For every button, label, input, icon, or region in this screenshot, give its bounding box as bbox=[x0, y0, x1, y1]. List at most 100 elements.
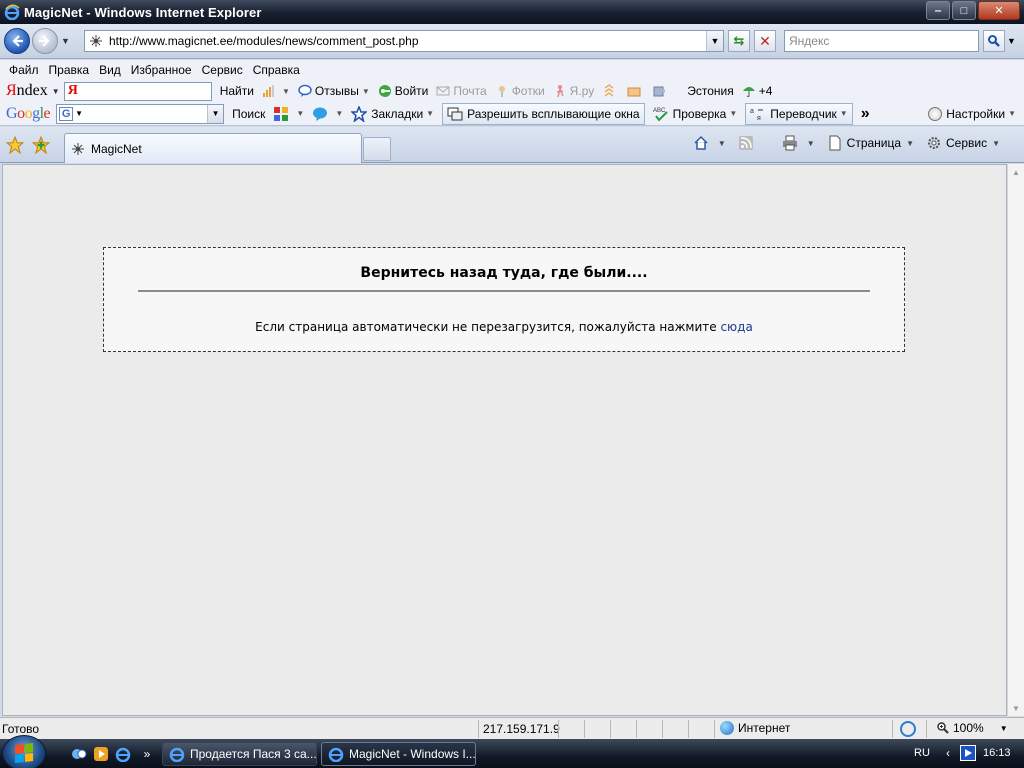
home-button[interactable]: ▼ bbox=[693, 135, 726, 151]
chevron-down-icon: ▼ bbox=[806, 138, 815, 148]
tab-title: MagicNet bbox=[91, 141, 142, 156]
google-bookmarks-label: Закладки bbox=[371, 106, 424, 121]
yandex-find-label: Найти bbox=[219, 84, 254, 98]
start-button[interactable] bbox=[2, 735, 46, 768]
tray-media-icon[interactable] bbox=[960, 745, 976, 761]
refresh-button[interactable]: ⇆ bbox=[728, 30, 750, 52]
google-bookmarks-button[interactable]: Закладки ▼ bbox=[351, 105, 434, 122]
tab-magicnet[interactable]: MagicNet bbox=[64, 133, 362, 163]
yandex-gear-button[interactable] bbox=[652, 84, 669, 98]
yandex-reviews-button[interactable]: Отзывы ▼ bbox=[298, 84, 370, 98]
google-popups-label: Разрешить всплывающие окна bbox=[467, 106, 640, 121]
yandex-rating-button[interactable]: ▼ bbox=[262, 84, 290, 98]
search-input[interactable]: Яндекс bbox=[784, 30, 979, 52]
umbrella-icon bbox=[742, 87, 755, 97]
flower-icon bbox=[498, 86, 505, 97]
google-search-label: Поиск bbox=[232, 106, 266, 121]
google-popup-blocker-button[interactable]: Разрешить всплывающие окна bbox=[442, 102, 645, 125]
yandex-weather-city[interactable]: Эстония bbox=[687, 84, 734, 98]
menu-favorites[interactable]: Избранное bbox=[126, 63, 197, 77]
yandex-logo[interactable]: Яndex bbox=[6, 82, 48, 100]
menu-view[interactable]: Вид bbox=[94, 63, 126, 77]
menu-edit[interactable]: Правка bbox=[44, 63, 95, 77]
google-translator-button[interactable]: aя Переводчик ▼ bbox=[745, 102, 853, 125]
weather-city-label: Эстония bbox=[687, 84, 734, 98]
yandex-login-button[interactable]: Войти bbox=[378, 84, 429, 98]
yandex-input-value: Я bbox=[67, 83, 78, 98]
window-title-bar[interactable]: MagicNet - Windows Internet Explorer ‒ □… bbox=[0, 0, 1024, 24]
google-more-button[interactable]: » bbox=[861, 105, 870, 123]
menu-tools[interactable]: Сервис bbox=[197, 63, 248, 77]
tools-menu-button[interactable]: Сервис ▼ bbox=[926, 135, 1000, 151]
redirect-link[interactable]: сюда bbox=[720, 320, 752, 334]
quicklaunch-switch-windows[interactable] bbox=[70, 745, 88, 763]
zoom-magnifier-icon bbox=[937, 722, 949, 734]
yandex-photos-button[interactable]: Фотки bbox=[495, 84, 545, 98]
menu-file[interactable]: Файл bbox=[4, 63, 44, 77]
yandex-find-button[interactable]: Найти bbox=[220, 84, 254, 98]
address-dropdown-button[interactable]: ▼ bbox=[706, 31, 723, 51]
command-bar: ▼ ▼ Страница ▼ Сервис ▼ bbox=[681, 135, 1000, 151]
chevron-down-icon: ▼ bbox=[1008, 109, 1016, 118]
yandex-search-input[interactable]: Я bbox=[63, 81, 212, 101]
scroll-down-arrow[interactable]: ▼ bbox=[1008, 700, 1024, 716]
back-button[interactable] bbox=[4, 28, 30, 54]
protected-mode-icon[interactable] bbox=[900, 721, 916, 737]
status-separator bbox=[610, 720, 611, 738]
translate-icon: aя bbox=[750, 108, 764, 122]
recent-pages-dropdown[interactable]: ▼ bbox=[61, 36, 70, 46]
stop-button[interactable]: ✕ bbox=[754, 30, 776, 52]
magnifier-icon bbox=[988, 35, 1000, 47]
new-tab-button[interactable] bbox=[363, 137, 391, 161]
quicklaunch-ie[interactable] bbox=[114, 745, 132, 763]
yandex-mail-button[interactable]: Почта bbox=[436, 84, 487, 98]
maximize-button[interactable]: □ bbox=[952, 1, 976, 20]
vertical-scrollbar[interactable]: ▲ ▼ bbox=[1007, 164, 1024, 716]
forward-button[interactable] bbox=[32, 28, 58, 54]
google-logo[interactable]: Google bbox=[6, 105, 51, 123]
language-indicator[interactable]: RU bbox=[914, 747, 930, 759]
page-menu-button[interactable]: Страница ▼ bbox=[827, 135, 914, 151]
google-search-button[interactable]: Поиск bbox=[232, 107, 265, 121]
scroll-up-arrow[interactable]: ▲ bbox=[1008, 164, 1024, 180]
menu-help[interactable]: Справка bbox=[248, 63, 305, 77]
yandex-login-label: Войти bbox=[394, 84, 429, 98]
favorites-star-icon[interactable] bbox=[6, 136, 24, 154]
quicklaunch-more[interactable]: » bbox=[138, 745, 156, 763]
google-buttons-gallery[interactable]: ▼ bbox=[273, 106, 304, 122]
search-options-dropdown[interactable]: ▼ bbox=[1007, 36, 1016, 46]
print-button[interactable]: ▼ bbox=[782, 135, 815, 151]
clock[interactable]: 16:13 bbox=[983, 747, 1011, 759]
status-separator bbox=[636, 720, 637, 738]
weather-temp-label: +4 bbox=[758, 84, 773, 98]
yandex-feed-button[interactable] bbox=[602, 84, 619, 98]
google-search-dropdown[interactable]: ▼ bbox=[207, 104, 224, 123]
taskbar-task-1[interactable]: Продается Пася 3 са... bbox=[162, 742, 317, 766]
security-zone[interactable]: Интернет bbox=[720, 721, 790, 735]
minimize-button[interactable]: ‒ bbox=[926, 1, 950, 20]
feeds-button[interactable] bbox=[738, 135, 758, 151]
zoom-level-button[interactable]: 100% ▼ bbox=[936, 721, 1008, 735]
status-bar: Готово 217.159.171.9 Интернет 100% ▼ bbox=[0, 717, 1024, 739]
search-button[interactable] bbox=[983, 30, 1005, 52]
yandex-menu-dropdown[interactable]: ▼ bbox=[52, 87, 60, 96]
google-spellcheck-button[interactable]: ABC Проверка ▼ bbox=[653, 106, 737, 122]
zoom-level-label: 100% bbox=[953, 721, 984, 735]
rss-feed-icon bbox=[738, 136, 753, 150]
yandex-yaru-button[interactable]: Я.ру bbox=[553, 84, 594, 98]
status-separator bbox=[558, 720, 559, 738]
tray-expand-arrow[interactable]: ‹ bbox=[946, 746, 950, 760]
yandex-reviews-label: Отзывы bbox=[314, 84, 359, 98]
quicklaunch-media-player[interactable] bbox=[92, 745, 110, 763]
add-favorite-icon[interactable] bbox=[32, 136, 50, 154]
yandex-market-button[interactable] bbox=[627, 84, 644, 98]
close-button[interactable]: ✕ bbox=[978, 1, 1020, 20]
window-title: MagicNet - Windows Internet Explorer bbox=[24, 4, 262, 20]
chevron-down-icon: ▼ bbox=[906, 138, 914, 148]
google-search-input[interactable]: G ▼ ▼ bbox=[56, 103, 225, 124]
google-settings-button[interactable]: Настройки ▼ bbox=[928, 106, 1016, 121]
yandex-weather-temp[interactable]: +4 bbox=[742, 84, 773, 98]
address-field[interactable]: http://www.magicnet.ee/modules/news/comm… bbox=[84, 30, 724, 52]
taskbar-task-2[interactable]: MagicNet - Windows I... bbox=[321, 742, 476, 766]
google-share-button[interactable]: ▼ bbox=[312, 106, 343, 122]
